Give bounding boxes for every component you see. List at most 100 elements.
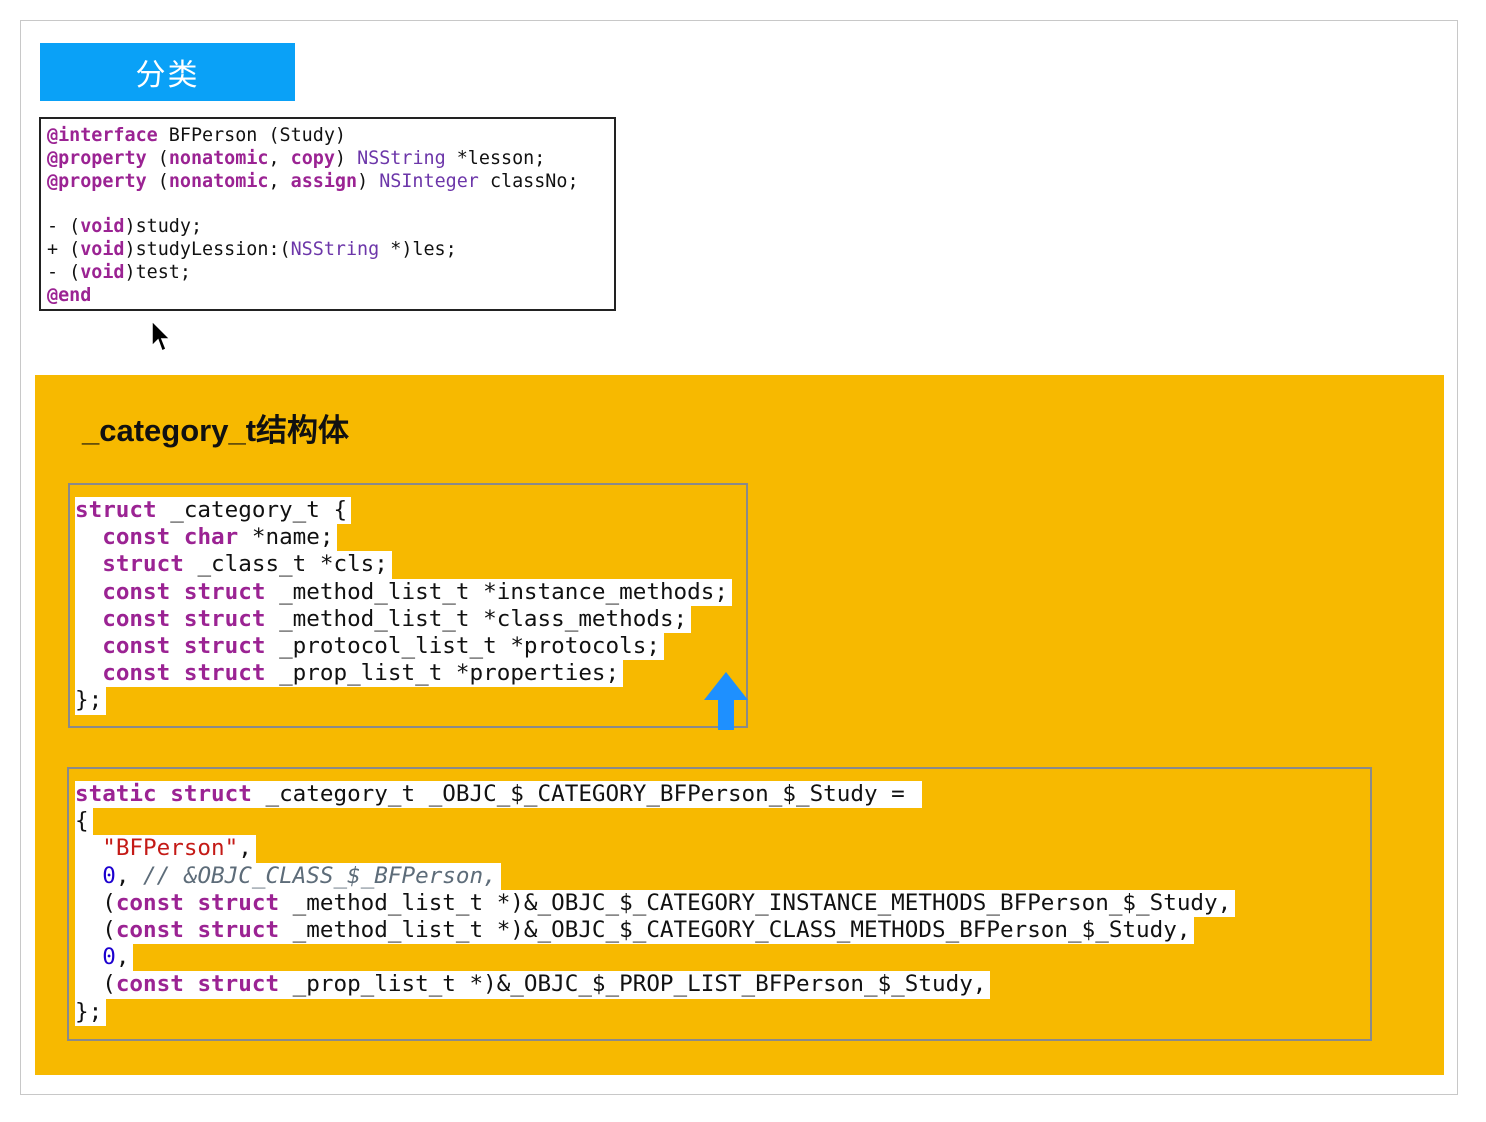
code-token: )test; — [124, 261, 191, 283]
code-line: @end — [47, 285, 614, 308]
code-line-text: - (void)test; — [47, 262, 191, 283]
struct-definition-code: struct _category_t { const char *name; s… — [75, 497, 732, 715]
code-token: classNo; — [478, 170, 579, 192]
code-token: NSString — [290, 238, 380, 260]
code-line: const struct _method_list_t *class_metho… — [75, 605, 732, 633]
code-line-text: 0, — [75, 944, 134, 972]
code-line-text: { — [75, 808, 93, 836]
code-token: char — [183, 524, 239, 551]
code-token: *name; — [238, 524, 334, 551]
code-token: static — [75, 781, 157, 807]
code-token: ( — [75, 916, 116, 943]
code-line: }; — [75, 687, 732, 715]
code-token: nonatomic — [168, 170, 269, 192]
code-line: @property (nonatomic, assign) NSInteger … — [47, 171, 614, 194]
code-token: ( — [75, 971, 116, 998]
code-line-text: "BFPerson", — [75, 835, 256, 863]
code-token: const — [102, 632, 171, 659]
code-line-text: @interface BFPerson (Study) — [47, 125, 346, 146]
code-token: )study; — [124, 216, 203, 238]
mouse-pointer-icon — [151, 320, 172, 353]
code-line: }; — [75, 998, 1235, 1026]
code-token: const — [102, 578, 171, 605]
code-line-text: - (void)study; — [47, 216, 202, 237]
code-token: struct — [183, 578, 266, 605]
code-token: void — [80, 238, 125, 260]
code-token: , — [115, 862, 144, 889]
code-token: assign — [290, 170, 358, 192]
code-line-text: (const struct _method_list_t *)&_OBJC_$_… — [75, 916, 1195, 945]
code-token: )studyLession:( — [124, 238, 291, 260]
code-token: { — [75, 808, 89, 835]
code-token: copy — [290, 147, 335, 169]
code-line: static struct _category_t _OBJC_$_CATEGO… — [75, 781, 1235, 809]
struct-instance-code: static struct _category_t _OBJC_$_CATEGO… — [75, 781, 1236, 1026]
code-token: _method_list_t *class_methods; — [265, 605, 688, 632]
code-line-text: }; — [75, 687, 107, 715]
code-token: struct — [75, 497, 157, 523]
code-line: const struct _protocol_list_t *protocols… — [75, 632, 732, 661]
code-line: const struct _method_list_t *instance_me… — [75, 578, 732, 606]
code-token: ) — [334, 147, 358, 169]
code-token: + ( — [47, 238, 81, 260]
code-token: - ( — [47, 261, 81, 283]
code-token: "BFPerson" — [102, 835, 239, 862]
code-line: 0, // &OBJC_CLASS_$_BFPerson, — [75, 862, 1235, 890]
code-line: (const struct _method_list_t *)&_OBJC_$_… — [75, 916, 1235, 945]
code-line-text: @property (nonatomic, copy) NSString *le… — [47, 148, 545, 169]
code-token: @end — [47, 284, 92, 306]
code-token: const — [115, 971, 184, 998]
code-line-text: (const struct _method_list_t *)&_OBJC_$_… — [75, 889, 1236, 917]
code-line: @interface BFPerson (Study) — [47, 125, 614, 148]
panel-title: _category_t结构体 — [82, 413, 350, 448]
code-line-text: 0, // &OBJC_CLASS_$_BFPerson, — [75, 862, 501, 890]
code-token: ( — [146, 170, 169, 192]
code-token: // &OBJC_CLASS_$_BFPerson, — [143, 862, 497, 889]
code-token: *lesson; — [445, 147, 546, 169]
code-line: const char *name; — [75, 524, 732, 552]
code-token: struct — [102, 551, 184, 578]
code-line-text: @property (nonatomic, assign) NSInteger … — [47, 171, 579, 192]
code-token: NSInteger — [379, 170, 479, 192]
code-line: struct _category_t { — [75, 497, 732, 525]
code-line-text: const struct _method_list_t *instance_me… — [75, 578, 732, 606]
up-arrow-icon — [704, 672, 748, 730]
code-line-text: const struct _method_list_t *class_metho… — [75, 605, 692, 633]
code-token: const — [102, 605, 171, 632]
code-token: struct — [197, 971, 280, 998]
code-line: + (void)studyLession:(NSString *)les; — [47, 239, 614, 262]
code-token: @property — [47, 147, 147, 169]
code-line: struct _class_t *cls; — [75, 551, 732, 579]
code-token: , — [268, 170, 291, 192]
code-token: struct — [197, 916, 280, 943]
code-line-text: const struct _prop_list_t *properties; — [75, 660, 624, 688]
code-token: struct — [170, 781, 252, 807]
code-token: 0 — [102, 862, 116, 889]
code-token: _prop_list_t *properties; — [265, 660, 620, 687]
code-token: , — [268, 147, 291, 169]
code-line-text: (const struct _prop_list_t *)&_OBJC_$_PR… — [75, 971, 991, 999]
code-line-text: const char *name; — [75, 524, 338, 552]
code-token: ) — [357, 170, 380, 192]
code-line-text: }; — [75, 998, 107, 1026]
code-token: const — [102, 660, 171, 687]
code-token: _class_t *cls; — [183, 551, 388, 578]
code-line-text: @end — [47, 285, 91, 306]
code-token: _category_t { — [156, 497, 348, 523]
code-line-text: + (void)studyLession:(NSString *)les; — [47, 239, 457, 260]
code-token: const — [102, 524, 171, 551]
code-token: struct — [197, 889, 280, 916]
